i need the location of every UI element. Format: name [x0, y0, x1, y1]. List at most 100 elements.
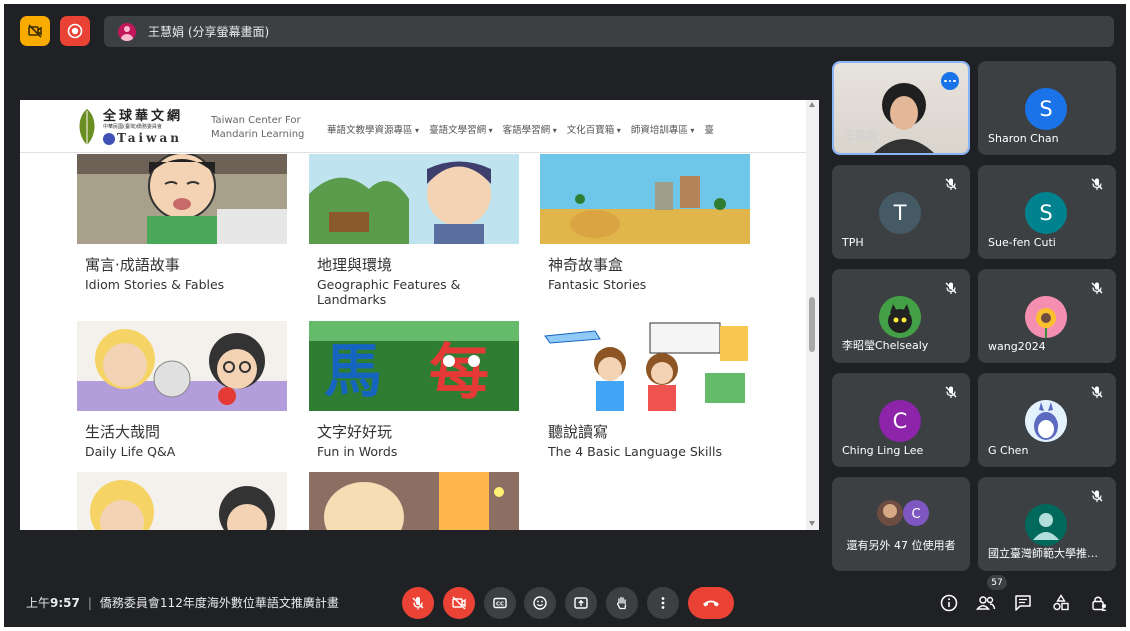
avatar: S — [1025, 88, 1067, 130]
card-image: 馬每 — [309, 321, 519, 411]
others-count-label: 還有另外 47 位使用者 — [846, 539, 956, 552]
lock-person-icon — [1092, 596, 1107, 611]
card-title-zh: 神奇故事盒 — [548, 256, 624, 274]
globe-icon — [103, 133, 115, 145]
card-title-zh: 生活大哉問 — [85, 423, 161, 441]
info-icon — [940, 594, 958, 612]
card-image — [309, 472, 519, 530]
participant-tile-gchen[interactable]: G Chen — [978, 373, 1116, 467]
card-title-en: The 4 Basic Language Skills — [548, 444, 722, 459]
activities-button[interactable] — [1050, 592, 1072, 614]
camera-off-icon — [28, 24, 42, 38]
site-header: 全球華文網 中華民國(臺灣)僑務委員會 Taiwan Taiwan Center… — [20, 100, 810, 153]
presenter-bar: 王慧娟 (分享螢幕畫面) — [104, 16, 1114, 47]
participant-tile-ching[interactable]: C Ching Ling Lee — [832, 373, 970, 467]
presenter-avatar — [118, 22, 136, 41]
mic-off-icon — [945, 386, 957, 398]
site-logo[interactable]: 全球華文網 中華民國(臺灣)僑務委員會 Taiwan — [75, 105, 195, 150]
person-avatar-icon — [1025, 504, 1067, 546]
card-title-en: Fantasic Stories — [548, 277, 647, 292]
svg-text:馬: 馬 — [324, 337, 382, 405]
participant-name: Sharon Chan — [988, 132, 1059, 145]
site-center-name: Taiwan Center For Mandarin Learning — [211, 115, 305, 140]
avatar: T — [879, 192, 921, 234]
nav-item-more[interactable]: 臺 — [704, 122, 714, 136]
mic-off-icon — [1091, 178, 1103, 190]
nav-item-taiwanese[interactable]: 臺語文學習網 — [429, 122, 493, 136]
emoji-icon — [533, 596, 547, 610]
record-icon — [67, 23, 83, 39]
host-controls-button[interactable] — [1088, 592, 1110, 614]
avatar: S — [1025, 192, 1067, 234]
logo-subtitle: 中華民國(臺灣)僑務委員會 — [103, 124, 162, 130]
participant-tile-ntnu[interactable]: 國立臺灣師範大學推… — [978, 477, 1116, 571]
mic-off-icon — [1091, 386, 1103, 398]
presenter-label: 王慧娟 (分享螢幕畫面) — [148, 25, 270, 39]
logo-title: 全球華文網 — [103, 109, 184, 124]
present-screen-button[interactable] — [565, 587, 597, 619]
participant-tile-others[interactable]: C 還有另外 47 位使用者 — [832, 477, 970, 571]
reactions-button[interactable] — [524, 587, 556, 619]
meet-window: 王慧娟 (分享螢幕畫面) 全球華文網 中華民國(臺灣)僑務委員會 Taiwan … — [4, 4, 1126, 627]
chat-button[interactable] — [1012, 592, 1034, 614]
more-options-icon[interactable] — [941, 72, 959, 90]
mic-toggle-button[interactable] — [402, 587, 434, 619]
participant-tile-wang2024[interactable]: wang2024 — [978, 269, 1116, 363]
scroll-thumb[interactable] — [809, 297, 815, 352]
participant-tile-chelsealy[interactable]: 李昭瑩Chelsealy — [832, 269, 970, 363]
nav-item-hakka[interactable]: 客語學習網 — [503, 122, 557, 136]
card-title-en: Fun in Words — [317, 444, 398, 459]
participant-tile-sharon[interactable]: S Sharon Chan — [978, 61, 1116, 155]
mic-off-icon — [945, 178, 957, 190]
camera-off-indicator[interactable] — [20, 16, 50, 46]
hang-up-icon — [703, 600, 719, 607]
scroll-up-arrow-icon[interactable] — [809, 102, 815, 107]
page-scrollbar[interactable] — [806, 100, 819, 530]
card-image — [540, 321, 750, 411]
card-title-zh: 寓言·成語故事 — [85, 256, 180, 274]
shapes-icon — [1053, 594, 1069, 611]
chat-icon — [1015, 595, 1031, 611]
nav-item-teaching-resources[interactable]: 華語文教學資源專區 — [327, 122, 419, 136]
leave-call-button[interactable] — [688, 587, 734, 619]
meeting-title: 僑務委員會112年度海外數位華語文推廣計畫 — [99, 596, 339, 610]
participant-tile-self[interactable]: 王慧娟 — [832, 61, 970, 155]
meeting-time: 9:57 — [50, 596, 80, 610]
card-image — [309, 154, 519, 244]
people-button[interactable] — [975, 592, 997, 614]
participant-name: G Chen — [988, 444, 1029, 457]
site-nav: 華語文教學資源專區 臺語文學習網 客語學習網 文化百寶箱 師資培訓專區 臺 — [327, 122, 714, 136]
participant-name: 王慧娟 — [844, 129, 877, 142]
scroll-down-arrow-icon[interactable] — [809, 521, 815, 526]
more-vert-icon — [661, 597, 665, 609]
participant-name: 李昭瑩Chelsealy — [842, 339, 929, 352]
hand-icon — [617, 596, 627, 610]
participant-name: Ching Ling Lee — [842, 444, 924, 457]
card-image — [540, 154, 750, 244]
captions-icon: CC — [493, 597, 507, 609]
people-icon — [976, 596, 996, 610]
nav-item-culture[interactable]: 文化百寶箱 — [567, 122, 621, 136]
raise-hand-button[interactable] — [606, 587, 638, 619]
participant-photo-icon: C — [877, 500, 929, 526]
camera-toggle-button[interactable] — [443, 587, 475, 619]
participant-name: Sue-fen Cuti — [988, 236, 1056, 249]
more-options-button[interactable] — [647, 587, 679, 619]
content-area: 寓言·成語故事 Idiom Stories & Fables 地理與環境 Geo… — [20, 154, 810, 530]
nav-item-teacher-training[interactable]: 師資培訓專區 — [631, 122, 695, 136]
present-icon — [574, 597, 588, 609]
svg-text:C: C — [911, 507, 920, 522]
camera-off-icon — [452, 596, 466, 610]
card-image — [77, 154, 287, 244]
mic-off-icon — [1091, 490, 1103, 502]
meeting-details-button[interactable] — [938, 592, 960, 614]
svg-text:每: 每 — [429, 338, 489, 408]
card-title-en: Geographic Features & Landmarks — [317, 277, 461, 307]
captions-button[interactable]: CC — [484, 587, 516, 619]
totoro-avatar-icon — [1025, 400, 1067, 442]
participant-tile-tph[interactable]: T TPH — [832, 165, 970, 259]
card-image — [77, 472, 287, 530]
participant-tile-suefen[interactable]: S Sue-fen Cuti — [978, 165, 1116, 259]
recording-indicator[interactable] — [60, 16, 90, 46]
mic-off-icon — [1091, 282, 1103, 294]
